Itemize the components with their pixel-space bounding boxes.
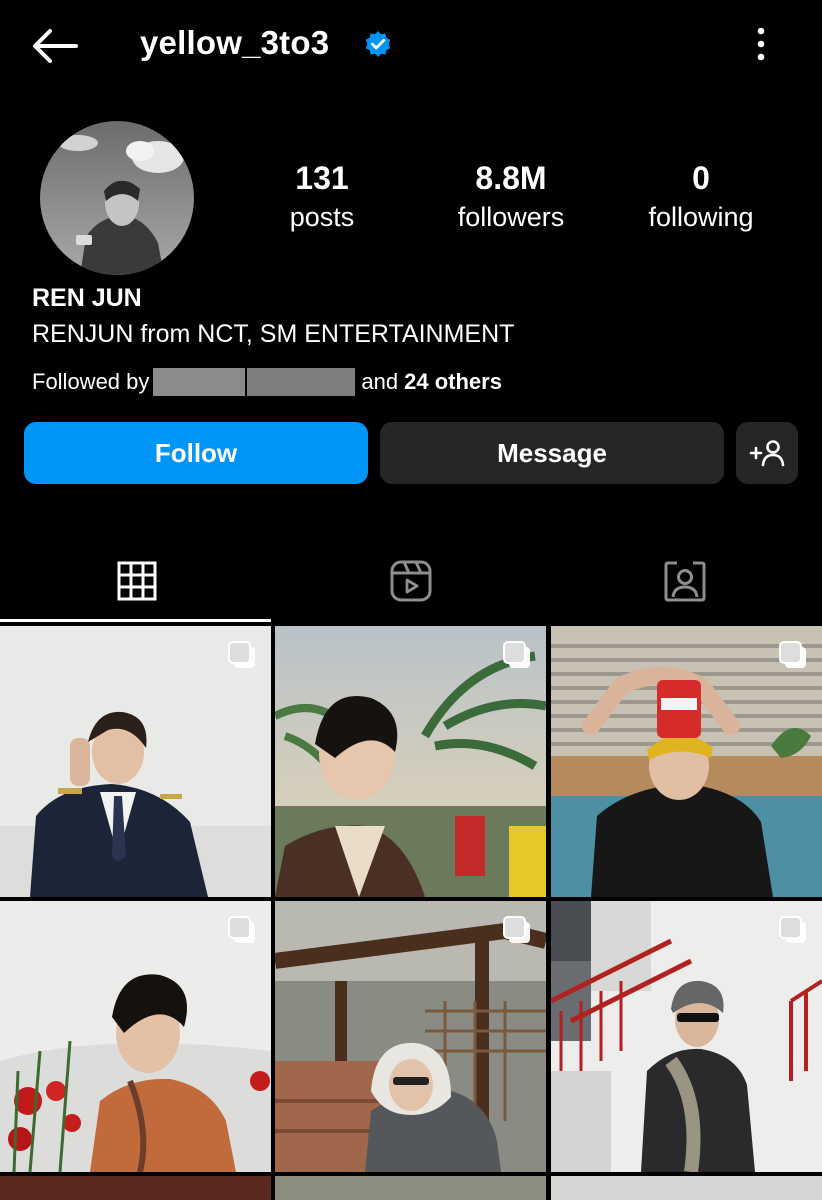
- grid-icon: [117, 561, 157, 601]
- post-thumbnail[interactable]: [551, 626, 822, 897]
- multiple-photos-icon: [779, 641, 806, 668]
- post-thumbnail[interactable]: [275, 901, 546, 1172]
- stat-label: following: [648, 202, 754, 232]
- post-thumbnail[interactable]: [275, 626, 546, 897]
- stat-value: 0: [692, 160, 710, 196]
- add-person-icon: [749, 440, 785, 467]
- followers-count[interactable]: 8.8M followers: [421, 160, 601, 233]
- followed-by[interactable]: Followed by and 24 others: [32, 368, 502, 396]
- avatar-image: [40, 121, 194, 275]
- posts-grid: [0, 626, 822, 1200]
- tab-posts-grid[interactable]: [0, 540, 274, 622]
- multiple-photos-icon: [503, 916, 530, 943]
- active-tab-indicator: [0, 619, 271, 622]
- tab-tagged[interactable]: [548, 540, 822, 622]
- followed-by-and: and: [361, 369, 399, 394]
- follow-button[interactable]: Follow: [24, 422, 368, 484]
- following-count[interactable]: 0 following: [611, 160, 791, 233]
- display-name: REN JUN: [32, 284, 142, 312]
- post-thumbnail[interactable]: [275, 1176, 546, 1200]
- multiple-photos-icon: [779, 916, 806, 943]
- tagged-icon: [664, 561, 706, 602]
- more-vertical-icon: [757, 27, 765, 61]
- top-bar: yellow_3to3: [0, 0, 822, 92]
- stat-value: 131: [295, 160, 349, 196]
- reels-icon: [390, 560, 432, 602]
- profile-avatar[interactable]: [40, 121, 194, 275]
- post-thumbnail[interactable]: [0, 1176, 271, 1200]
- post-thumbnail[interactable]: [551, 1176, 822, 1200]
- stat-label: followers: [457, 202, 565, 232]
- stat-value: 8.8M: [475, 160, 547, 196]
- profile-username: yellow_3to3: [140, 24, 330, 61]
- message-button[interactable]: Message: [380, 422, 724, 484]
- post-thumbnail[interactable]: [551, 901, 822, 1172]
- arrow-left-icon: [33, 29, 78, 63]
- stat-label: posts: [289, 202, 355, 232]
- followed-by-others: 24 others: [404, 369, 502, 394]
- back-button[interactable]: [30, 26, 80, 66]
- tab-reels[interactable]: [274, 540, 548, 622]
- more-options-button[interactable]: [745, 24, 777, 64]
- profile-tabs: [0, 540, 822, 622]
- bio-text: RENJUN from NCT, SM ENTERTAINMENT: [32, 320, 515, 348]
- multiple-photos-icon: [503, 641, 530, 668]
- redacted-username: [153, 368, 246, 396]
- verified-badge-icon: [365, 31, 391, 57]
- followed-by-prefix: Followed by: [32, 369, 150, 394]
- multiple-photos-icon: [228, 916, 255, 943]
- posts-count: 131 posts: [232, 160, 412, 233]
- post-thumbnail[interactable]: [0, 626, 271, 897]
- suggested-users-button[interactable]: [736, 422, 798, 484]
- post-thumbnail[interactable]: [0, 901, 271, 1172]
- redacted-username: [247, 368, 356, 396]
- multiple-photos-icon: [228, 641, 255, 668]
